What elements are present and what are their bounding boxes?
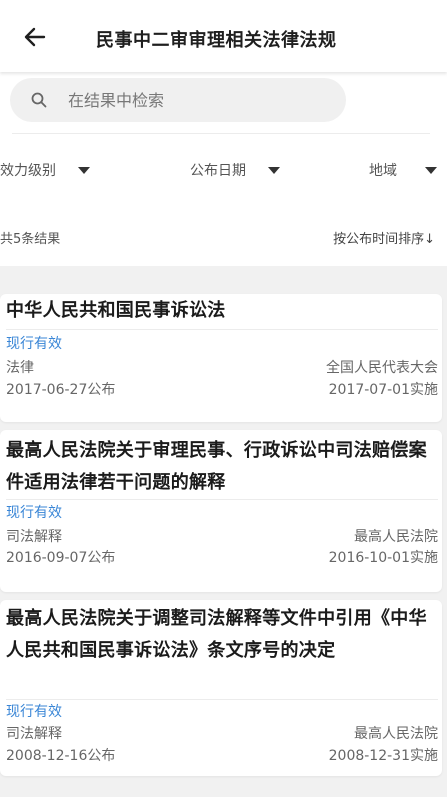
filter-level-label: 效力级别 [0,163,56,179]
effective-date: 2008-12-31实施 [328,748,438,764]
result-card[interactable]: 中华人民共和国民事诉讼法 现行有效 法律 全国人民代表大会 2017-06-27… [0,294,442,422]
page-title: 民事中二审审理相关法律法规 [96,30,337,51]
meta-row: 法律 全国人民代表大会 [6,357,438,377]
filter-level-dropdown[interactable]: 效力级别 [0,159,90,181]
status-badge: 现行有效 [6,704,62,720]
publish-date: 2016-09-07公布 [6,550,116,566]
law-type: 司法解释 [6,529,62,545]
search-input[interactable] [68,78,328,122]
law-type: 司法解释 [6,726,62,742]
filter-region-label: 地域 [369,163,397,179]
dropdown-triangle-icon [425,166,437,174]
divider [6,699,438,700]
dropdown-triangle-icon [268,166,280,174]
result-title[interactable]: 最高人民法院关于调整司法解释等文件中引用《中华人民共和国民事诉讼法》条文序号的决… [6,603,436,667]
filter-date-label: 公布日期 [190,163,246,179]
result-title[interactable]: 中华人民共和国民事诉讼法 [6,295,436,327]
divider [6,329,438,330]
date-row: 2016-09-07公布 2016-10-01实施 [6,547,438,567]
publish-date: 2017-06-27公布 [6,382,116,398]
effective-date: 2016-10-01实施 [328,550,438,566]
law-type: 法律 [6,360,34,376]
search-box[interactable] [10,78,346,122]
search-icon [31,92,47,108]
result-card[interactable]: 最高人民法院关于调整司法解释等文件中引用《中华人民共和国民事诉讼法》条文序号的决… [0,600,442,776]
result-card[interactable]: 最高人民法院关于审理民事、行政诉讼中司法赔偿案件适用法律若干问题的解释 现行有效… [0,430,442,592]
filter-date-dropdown[interactable]: 公布日期 [190,159,280,181]
meta-row: 司法解释 最高人民法院 [6,723,438,743]
sort-button[interactable]: 按公布时间排序↓ [333,228,435,247]
status-badge: 现行有效 [6,505,62,521]
publish-date: 2008-12-16公布 [6,748,116,764]
effective-date: 2017-07-01实施 [328,382,438,398]
issuer: 最高人民法院 [354,529,438,545]
status-badge: 现行有效 [6,336,62,352]
issuer: 最高人民法院 [354,726,438,742]
app-header: 民事中二审审理相关法律法规 [0,0,447,72]
back-arrow-icon [24,27,46,47]
issuer: 全国人民代表大会 [326,360,438,376]
filter-panel: 效力级别 公布日期 地域 共5条结果 按公布时间排序↓ [0,72,447,266]
back-button[interactable] [20,22,50,52]
result-title[interactable]: 最高人民法院关于审理民事、行政诉讼中司法赔偿案件适用法律若干问题的解释 [6,435,436,499]
filter-region-dropdown[interactable]: 地域 [369,159,437,181]
dropdown-triangle-icon [78,166,90,174]
result-count: 共5条结果 [0,232,61,247]
date-row: 2008-12-16公布 2008-12-31实施 [6,745,438,765]
meta-row: 司法解释 最高人民法院 [6,526,438,546]
date-row: 2017-06-27公布 2017-07-01实施 [6,379,438,399]
divider [6,499,438,500]
divider [12,133,430,134]
